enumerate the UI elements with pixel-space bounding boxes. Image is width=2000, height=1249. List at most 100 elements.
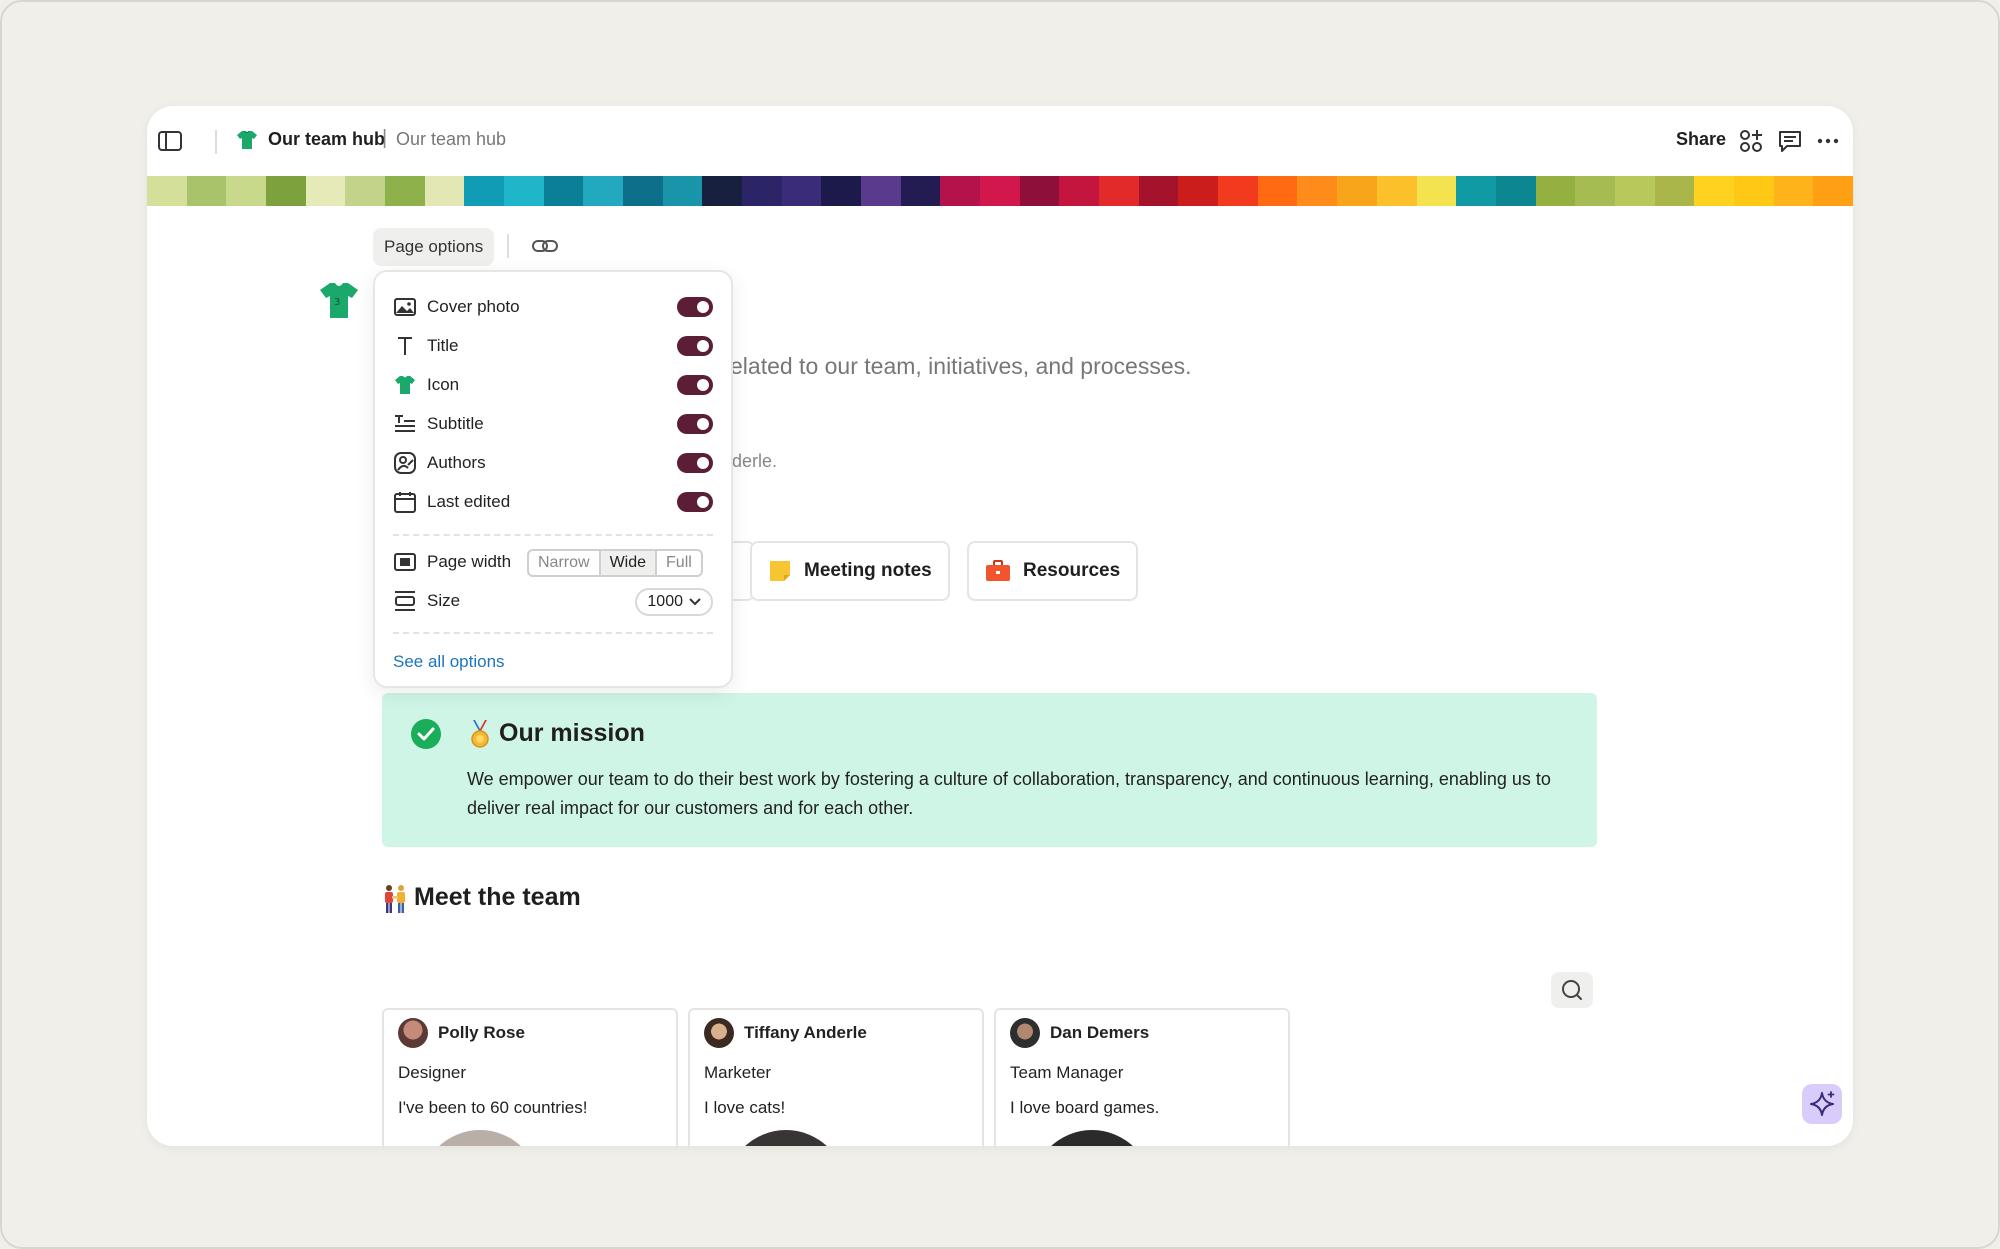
see-all-options-link[interactable]: See all options (393, 652, 505, 672)
ai-assistant-button[interactable] (1802, 1084, 1842, 1124)
member-role: Marketer (704, 1063, 772, 1082)
sparkle-icon (1810, 1091, 1835, 1116)
sidebar-toggle-icon[interactable] (157, 128, 183, 154)
title-toggle[interactable] (677, 336, 713, 356)
cover-stripe (1575, 176, 1615, 206)
avatar (398, 1018, 428, 1048)
cover-stripe (1416, 176, 1457, 206)
option-title[interactable]: Title (393, 331, 713, 361)
cover-stripe (1297, 176, 1338, 206)
mission-text: We empower our team to do their best wor… (467, 769, 1551, 818)
option-label: Icon (427, 375, 460, 394)
team-shirt-icon (237, 130, 257, 149)
cover-stripe (385, 176, 425, 206)
icon-toggle[interactable] (677, 375, 713, 395)
shirt-icon (395, 376, 415, 394)
comments-icon[interactable] (1777, 128, 1803, 154)
avatar (1010, 1018, 1040, 1048)
options-divider (507, 234, 509, 258)
member-name: Tiffany Anderle (744, 1023, 867, 1042)
cover-stripe (900, 176, 941, 206)
page-width-icon (394, 553, 416, 571)
resources-chip[interactable]: Resources (967, 541, 1139, 601)
page-width-selector: Narrow Wide Full (527, 549, 703, 577)
cover-stripe (1178, 176, 1219, 206)
option-icon[interactable]: Icon (393, 370, 713, 400)
cover-photo (147, 176, 1853, 206)
svg-text:3: 3 (334, 297, 340, 308)
size-icon (395, 591, 415, 611)
width-option-wide[interactable]: Wide (600, 551, 658, 575)
mission-callout: Our mission We empower our team to do th… (382, 693, 1597, 847)
option-label: Title (427, 336, 459, 355)
chip-label: Resources (1023, 560, 1121, 581)
subtitle-toggle[interactable] (677, 414, 713, 434)
medal-icon (471, 720, 489, 748)
member-photo (726, 1130, 846, 1146)
apps-icon[interactable] (1738, 128, 1764, 154)
toolbar-divider (215, 130, 217, 154)
size-dropdown[interactable]: 1000 (635, 588, 713, 616)
meet-the-team-heading: Meet the team (414, 883, 581, 911)
sticky-note-icon (770, 561, 790, 581)
team-member-card[interactable]: Tiffany Anderle Marketer I love cats! (688, 1008, 984, 1146)
cover-stripe (1535, 176, 1576, 206)
cover-stripe (742, 176, 782, 206)
chip-label: Meeting notes (804, 560, 932, 581)
member-role: Team Manager (1010, 1063, 1124, 1082)
option-subtitle[interactable]: Subtitle (393, 409, 713, 439)
option-size: Size 1000 (393, 586, 713, 616)
option-cover-photo[interactable]: Cover photo (393, 292, 713, 322)
cover-stripe (226, 176, 267, 206)
cover-stripe (702, 176, 743, 206)
option-authors[interactable]: Authors (393, 448, 713, 478)
text-icon (398, 337, 412, 355)
page-shirt-icon[interactable]: 3 (317, 278, 361, 322)
cover-stripe (186, 176, 227, 206)
cover-stripe (305, 176, 346, 206)
page-options-menu: Cover photo Title Icon Subtitle Authors … (373, 270, 733, 688)
cover-stripe (504, 176, 544, 206)
option-page-width: Page width Narrow Wide Full (393, 547, 713, 577)
member-fact: I've been to 60 countries! (398, 1098, 588, 1117)
member-photo (420, 1130, 540, 1146)
cover-stripe (1773, 176, 1814, 206)
cover-stripe (1614, 176, 1655, 206)
member-role: Designer (398, 1063, 467, 1082)
cover-stripe (781, 176, 822, 206)
avatar (704, 1018, 734, 1048)
calendar-icon (394, 492, 416, 513)
width-option-narrow[interactable]: Narrow (529, 551, 601, 575)
menu-divider (393, 534, 713, 536)
member-photo (1032, 1130, 1152, 1146)
top-bar: Our team hub | Our team hub Share (147, 106, 1853, 176)
share-button[interactable]: Share (1676, 129, 1726, 150)
image-icon (394, 298, 416, 316)
check-circle-icon (411, 719, 441, 749)
team-member-card[interactable]: Dan Demers Team Manager I love board gam… (994, 1008, 1290, 1146)
cover-stripe (1376, 176, 1417, 206)
width-option-full[interactable]: Full (657, 551, 701, 575)
search-button[interactable] (1551, 972, 1593, 1008)
cover-stripe (821, 176, 862, 206)
option-label: Cover photo (427, 297, 520, 316)
breadcrumb-current[interactable]: Our team hub (396, 129, 506, 150)
size-value: 1000 (647, 593, 683, 610)
people-holding-hands-icon (385, 885, 405, 913)
cover-stripe (1733, 176, 1774, 206)
breadcrumb-page-title[interactable]: Our team hub (268, 129, 385, 150)
subtitle-icon (395, 415, 415, 432)
team-member-card[interactable]: Polly Rose Designer I've been to 60 coun… (382, 1008, 678, 1146)
page-options-button[interactable]: Page options (373, 228, 495, 266)
authors-toggle[interactable] (677, 453, 713, 473)
cover-stripe (583, 176, 624, 206)
menu-divider (393, 632, 713, 634)
option-label: Subtitle (427, 414, 484, 433)
last-edited-toggle[interactable] (677, 492, 713, 512)
option-last-edited[interactable]: Last edited (393, 487, 713, 517)
cover-stripe (940, 176, 981, 206)
meeting-notes-chip[interactable]: Meeting notes (750, 541, 950, 601)
link-icon[interactable] (531, 234, 559, 258)
more-options-icon[interactable] (1815, 128, 1841, 154)
cover-photo-toggle[interactable] (677, 297, 713, 317)
